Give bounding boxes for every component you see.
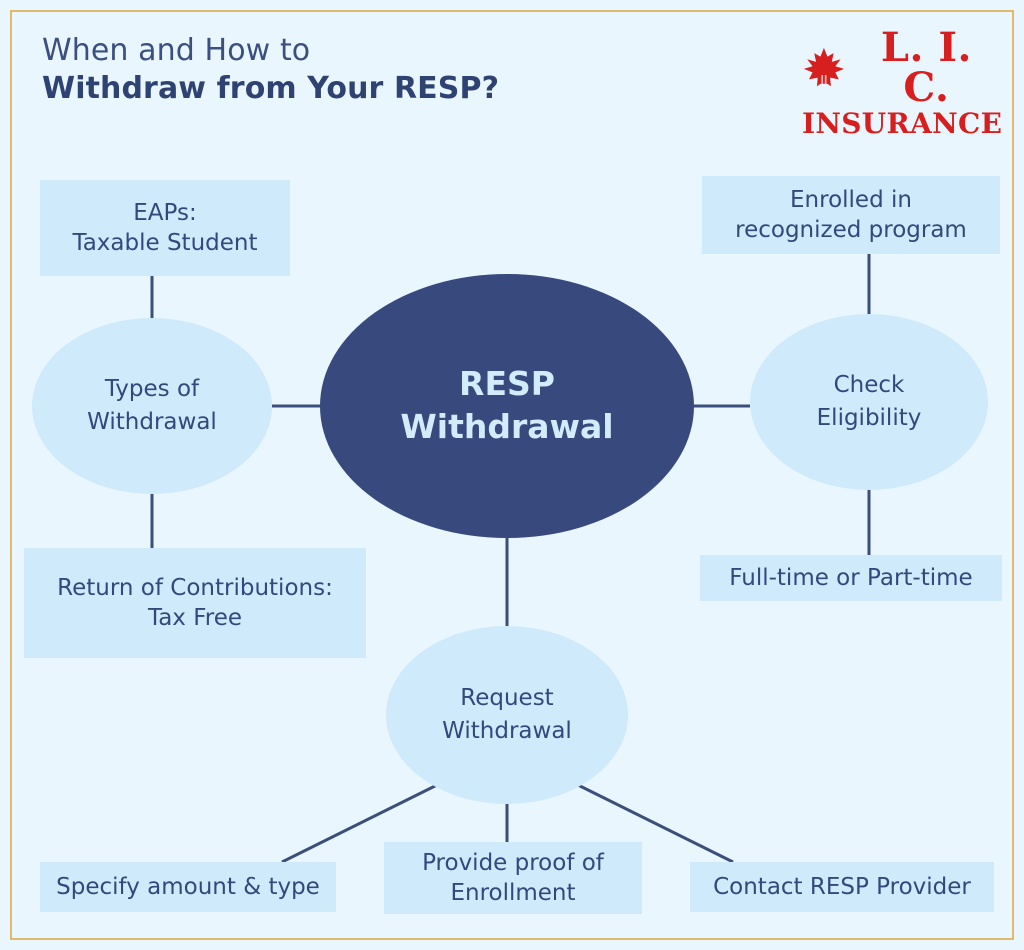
node-eaps-label: EAPs: Taxable Student <box>72 199 258 256</box>
node-types-label: Types of Withdrawal <box>87 376 217 435</box>
node-specify-label: Specify amount & type <box>56 873 320 900</box>
node-full-time-or-part-time[interactable]: Full-time or Part-time <box>700 555 1002 601</box>
node-proof-label: Provide proof of Enrollment <box>422 849 604 906</box>
node-eaps-taxable-student[interactable]: EAPs: Taxable Student <box>40 180 290 276</box>
node-return-of-contributions[interactable]: Return of Contributions: Tax Free <box>24 548 366 658</box>
node-types-of-withdrawal[interactable]: Types of Withdrawal <box>32 318 272 494</box>
node-check-label: Check Eligibility <box>816 372 922 431</box>
node-contact-resp-provider[interactable]: Contact RESP Provider <box>690 862 994 912</box>
node-enrolled-label: Enrolled in recognized program <box>735 186 967 243</box>
node-check-eligibility[interactable]: Check Eligibility <box>750 314 988 490</box>
node-resp-withdrawal-center[interactable]: RESP Withdrawal <box>320 274 694 538</box>
node-request-label: Request Withdrawal <box>442 685 572 744</box>
node-request-withdrawal[interactable]: Request Withdrawal <box>386 626 628 804</box>
node-contact-label: Contact RESP Provider <box>713 873 971 900</box>
node-enrolled-in-recognized-program[interactable]: Enrolled in recognized program <box>702 176 1000 254</box>
node-specify-amount-type[interactable]: Specify amount & type <box>40 862 336 912</box>
node-return-label: Return of Contributions: Tax Free <box>57 574 333 631</box>
infographic-canvas: When and How to Withdraw from Your RESP?… <box>0 0 1024 950</box>
node-center-label: RESP Withdrawal <box>400 364 614 446</box>
node-fulltime-label: Full-time or Part-time <box>729 564 973 591</box>
node-provide-proof-of-enrollment[interactable]: Provide proof of Enrollment <box>384 842 642 914</box>
